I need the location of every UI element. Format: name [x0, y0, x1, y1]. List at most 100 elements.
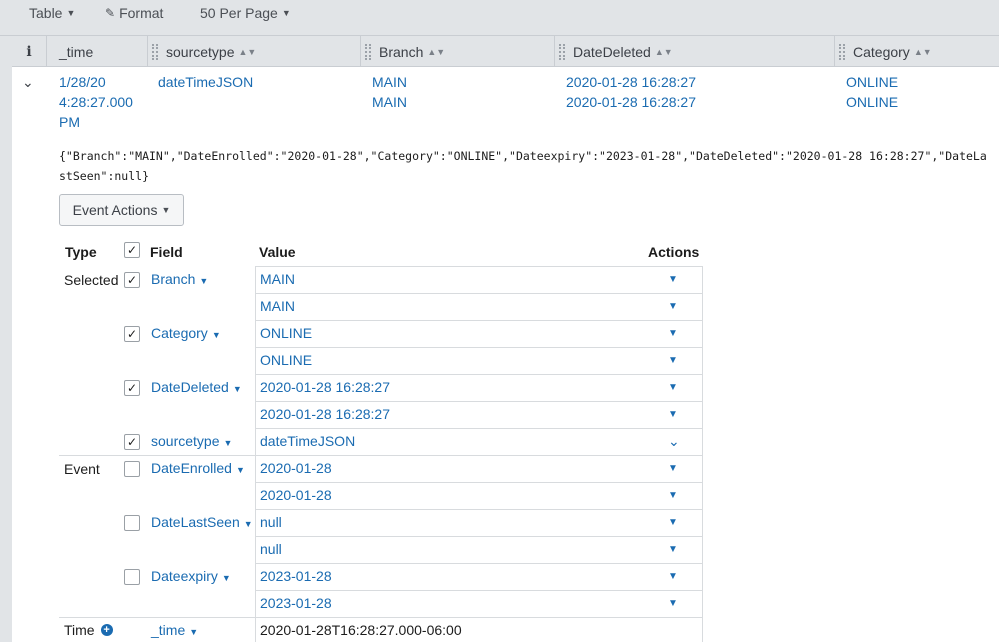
sort-icon[interactable]: ▲▼ — [655, 47, 673, 57]
pencil-icon: ✎ — [105, 6, 116, 20]
event-category-2[interactable]: ONLINE — [846, 92, 898, 112]
field-name-category[interactable]: Category ▼ — [151, 325, 221, 341]
row-divider — [255, 536, 702, 537]
field-value-category-2[interactable]: ONLINE — [260, 352, 312, 368]
action-caret-icon[interactable]: ▼ — [668, 571, 678, 582]
action-caret-icon[interactable]: ▼ — [668, 355, 678, 366]
group-label-event: Event — [64, 461, 100, 477]
field-checkbox-sourcetype[interactable]: ✓ — [124, 434, 140, 450]
field-name-dateexpiry[interactable]: Dateexpiry ▼ — [151, 568, 231, 584]
column-header-sourcetype[interactable]: sourcetype ▲▼ — [147, 36, 360, 67]
action-caret-icon[interactable]: ▼ — [668, 409, 678, 420]
fields-header-field: Field — [150, 244, 183, 260]
field-value-dateexpiry-2[interactable]: 2023-01-28 — [260, 595, 332, 611]
field-checkbox-datedeleted[interactable]: ✓ — [124, 380, 140, 396]
field-value-datedeleted-1[interactable]: 2020-01-28 16:28:27 — [260, 379, 390, 395]
field-name-time-label: _time — [151, 622, 186, 638]
event-datedeleted-2[interactable]: 2020-01-28 16:28:27 — [566, 92, 696, 112]
fields-header-type: Type — [65, 244, 97, 260]
column-header-time[interactable]: _time — [46, 36, 147, 67]
event-time-line2[interactable]: 4:28:27.000 — [59, 92, 133, 112]
action-caret-icon[interactable]: ▼ — [668, 517, 678, 528]
action-caret-icon[interactable]: ▼ — [668, 463, 678, 474]
field-checkbox-datelastseen[interactable] — [124, 515, 140, 531]
row-divider — [255, 374, 702, 375]
field-value-datelastseen-2[interactable]: null — [260, 541, 282, 557]
row-divider — [255, 293, 702, 294]
field-checkbox-dateexpiry[interactable] — [124, 569, 140, 585]
action-caret-icon[interactable]: ▼ — [668, 544, 678, 555]
drag-handle-icon[interactable] — [365, 43, 371, 60]
action-caret-icon[interactable]: ▼ — [668, 598, 678, 609]
field-name-branch[interactable]: Branch ▼ — [151, 271, 208, 287]
format-label: Format — [119, 5, 164, 21]
action-caret-icon[interactable]: ▼ — [668, 274, 678, 285]
field-checkbox-category[interactable]: ✓ — [124, 326, 140, 342]
per-page-dropdown[interactable]: 50 Per Page ▼ — [200, 4, 291, 22]
column-header-time-label: _time — [59, 43, 94, 60]
collapse-chevron-icon[interactable]: ⌄ — [22, 74, 34, 91]
drag-handle-icon[interactable] — [839, 43, 845, 60]
table-view-dropdown[interactable]: Table ▼ — [29, 4, 75, 22]
field-name-branch-label: Branch — [151, 271, 196, 287]
action-caret-icon[interactable]: ▼ — [668, 382, 678, 393]
field-value-dateenrolled-2[interactable]: 2020-01-28 — [260, 487, 332, 503]
select-all-checkbox[interactable]: ✓ — [124, 242, 140, 258]
event-branch-2[interactable]: MAIN — [372, 92, 407, 112]
caret-down-icon: ▼ — [189, 627, 199, 637]
row-divider — [255, 563, 702, 564]
row-divider — [255, 509, 702, 510]
field-value-dateexpiry-1[interactable]: 2023-01-28 — [260, 568, 332, 584]
fields-header-actions: Actions — [648, 244, 700, 260]
event-datedeleted-1[interactable]: 2020-01-28 16:28:27 — [566, 72, 696, 92]
fields-header-value: Value — [259, 244, 296, 260]
field-name-datedeleted[interactable]: DateDeleted ▼ — [151, 379, 242, 395]
event-time-line3[interactable]: PM — [59, 112, 80, 132]
row-divider — [255, 401, 702, 402]
sort-icon[interactable]: ▲▼ — [914, 47, 932, 57]
field-name-sourcetype[interactable]: sourcetype ▼ — [151, 433, 232, 449]
action-caret-icon[interactable]: ▼ — [668, 301, 678, 312]
format-button[interactable]: ✎ Format — [105, 4, 163, 22]
field-name-dateenrolled-label: DateEnrolled — [151, 460, 232, 476]
field-checkbox-dateenrolled[interactable] — [124, 461, 140, 477]
field-checkbox-branch[interactable]: ✓ — [124, 272, 140, 288]
field-value-datedeleted-2[interactable]: 2020-01-28 16:28:27 — [260, 406, 390, 422]
column-header-datedeleted-label: DateDeleted — [573, 43, 651, 60]
action-caret-icon[interactable]: ▼ — [668, 328, 678, 339]
field-value-dateenrolled-1[interactable]: 2020-01-28 — [260, 460, 332, 476]
field-value-sourcetype[interactable]: dateTimeJSON — [260, 433, 355, 449]
field-name-dateexpiry-label: Dateexpiry — [151, 568, 218, 584]
event-sourcetype[interactable]: dateTimeJSON — [158, 72, 253, 92]
sort-icon[interactable]: ▲▼ — [427, 47, 445, 57]
action-caret-icon[interactable]: ▼ — [668, 490, 678, 501]
caret-down-icon: ▼ — [66, 8, 76, 18]
field-value-time: 2020-01-28T16:28:27.000-06:00 — [260, 622, 462, 638]
field-value-category-1[interactable]: ONLINE — [260, 325, 312, 341]
column-header-branch[interactable]: Branch ▲▼ — [360, 36, 554, 67]
field-value-branch-1[interactable]: MAIN — [260, 271, 295, 287]
event-branch-1[interactable]: MAIN — [372, 72, 407, 92]
event-time-line1[interactable]: 1/28/20 — [59, 72, 106, 92]
add-circle-icon[interactable]: + — [100, 624, 113, 636]
field-name-dateenrolled[interactable]: DateEnrolled ▼ — [151, 460, 245, 476]
raw-event-line-1: {"Branch":"MAIN","DateEnrolled":"2020-01… — [59, 149, 987, 163]
caret-down-icon: ▼ — [281, 8, 291, 18]
field-value-datelastseen-1[interactable]: null — [260, 514, 282, 530]
event-category-1[interactable]: ONLINE — [846, 72, 898, 92]
caret-down-icon: ▼ — [232, 384, 242, 394]
column-header-datedeleted[interactable]: DateDeleted ▲▼ — [554, 36, 834, 67]
row-divider — [255, 455, 702, 456]
drag-handle-icon[interactable] — [559, 43, 565, 60]
chevron-down-icon[interactable]: ⌄ — [668, 433, 680, 450]
field-name-category-label: Category — [151, 325, 208, 341]
field-value-branch-2[interactable]: MAIN — [260, 298, 295, 314]
column-header-category[interactable]: Category ▲▼ — [834, 36, 999, 67]
field-name-datedeleted-label: DateDeleted — [151, 379, 229, 395]
sort-icon[interactable]: ▲▼ — [238, 47, 256, 57]
column-divider — [702, 266, 703, 642]
field-name-datelastseen[interactable]: DateLastSeen ▼ — [151, 514, 253, 530]
field-name-time[interactable]: _time ▼ — [151, 622, 198, 638]
event-actions-button[interactable]: Event Actions ▼ — [59, 194, 184, 226]
drag-handle-icon[interactable] — [152, 43, 158, 60]
